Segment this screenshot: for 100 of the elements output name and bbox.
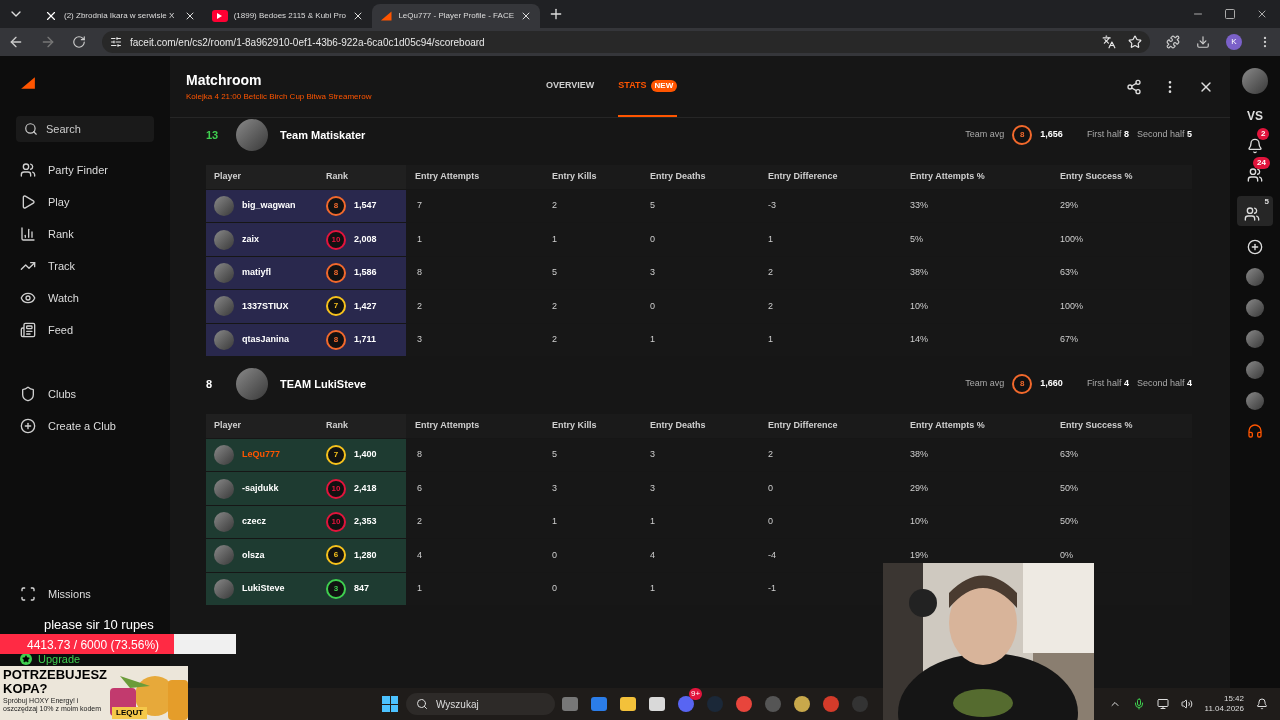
table-cell: 10% <box>910 515 928 529</box>
video-logo-icon <box>212 10 228 22</box>
nav-item[interactable]: Missions <box>16 578 154 610</box>
player-name[interactable]: czecz <box>242 515 267 529</box>
column-header: Player <box>206 165 326 189</box>
tab-title: LeQu777 - Player Profile - FACE <box>398 10 514 22</box>
column-header: Rank <box>326 165 406 189</box>
eye-icon <box>20 290 36 306</box>
notification-icon[interactable] <box>1256 698 1268 710</box>
nav-item[interactable]: Party Finder <box>16 154 154 186</box>
player-name[interactable]: -sajdukk <box>242 481 279 496</box>
player-cell[interactable]: LeQu777 <box>206 438 326 472</box>
nav-item[interactable]: Rank <box>16 218 154 250</box>
player-cell[interactable]: matiyfl <box>206 256 326 290</box>
plus-circle-icon[interactable] <box>1247 239 1263 255</box>
app-icon[interactable] <box>793 696 810 712</box>
party-button[interactable]: 5 <box>1237 196 1273 226</box>
start-button[interactable] <box>382 696 398 712</box>
player-name[interactable]: big_wagwan <box>242 199 296 213</box>
player-name[interactable]: LeQu777 <box>242 448 281 462</box>
player-name[interactable]: matiyfl <box>242 266 271 280</box>
profile-button[interactable]: K <box>1226 34 1242 50</box>
table-cell-text: 29% <box>910 481 928 495</box>
close-icon[interactable] <box>352 10 364 22</box>
faceit-logo-icon[interactable] <box>20 76 36 90</box>
faceit-logo-icon <box>380 10 393 22</box>
level-badge: 8 <box>326 196 346 217</box>
player-name[interactable]: olsza <box>242 548 265 563</box>
scan-icon <box>20 586 36 602</box>
table-cell-text: 3 <box>417 333 422 346</box>
level-badge: 8 <box>326 329 346 350</box>
elo-value: 2,353 <box>354 515 377 529</box>
play-icon <box>20 194 36 210</box>
player-cell[interactable]: -sajdukk <box>206 472 326 505</box>
view-tab[interactable]: OVERVIEW <box>546 56 595 117</box>
friends-icon[interactable] <box>1247 167 1263 183</box>
elo-value: 1,711 <box>354 333 377 346</box>
table-cell: 5 <box>650 199 655 213</box>
browser-tab[interactable]: LeQu777 - Player Profile - FACE <box>372 4 540 28</box>
player-cell[interactable]: big_wagwan <box>206 190 326 223</box>
taskbar-search[interactable]: Wyszukaj <box>406 693 555 715</box>
headset-icon[interactable] <box>1247 423 1263 439</box>
player-cell[interactable]: LukiSteve <box>206 572 326 605</box>
view-tab[interactable]: STATS NEW <box>618 56 678 117</box>
versus-label[interactable]: VS <box>1247 107 1263 125</box>
column-header: Rank <box>326 413 406 438</box>
network-icon[interactable] <box>1156 698 1169 710</box>
nav-item[interactable]: Create a Club <box>16 410 154 442</box>
nav-item[interactable]: Play <box>16 186 154 218</box>
address-bar[interactable]: faceit.com/en/cs2/room/1-8a962910-0ef1-43b6-922a-6ca0c1d05c94/scoreboard <box>102 31 1150 53</box>
bookmark-star-icon[interactable] <box>1128 35 1142 49</box>
ad-headline: POTRZEBUJESZ KOPA? <box>3 668 108 696</box>
player-name[interactable]: LukiSteve <box>242 581 285 596</box>
table-cell-text: 67% <box>1060 333 1078 346</box>
player-cell[interactable]: qtasJanina <box>206 323 326 356</box>
chat-app-icon[interactable] <box>677 696 694 712</box>
extensions-icon[interactable] <box>1166 35 1180 49</box>
browser-tab[interactable]: (2) Zbrodnia Ikara w serwisie X <box>36 4 204 28</box>
nav-item[interactable]: Watch <box>16 282 154 314</box>
forward-icon[interactable] <box>40 34 56 50</box>
first-half-score: First half 4 <box>1086 377 1129 391</box>
table-cell-text: 6 <box>417 481 422 495</box>
match-subtitle: Kolejka 4 21:00 Betclic Birch Cup Bitwa Streamerow <box>186 91 373 103</box>
nav-item[interactable]: Feed <box>16 314 154 346</box>
browser-tab[interactable]: (1899) Bedoes 2115 & Kubi Pro <box>204 4 372 28</box>
team-score: 8 <box>206 376 214 392</box>
new-badge: NEW <box>650 79 678 92</box>
download-icon[interactable] <box>1196 35 1210 49</box>
share-icon[interactable] <box>1126 78 1142 95</box>
app-icon[interactable] <box>648 697 665 711</box>
player-cell[interactable]: olsza <box>206 539 326 572</box>
volume-icon[interactable] <box>1180 698 1193 710</box>
back-icon[interactable] <box>8 34 24 50</box>
translate-icon[interactable] <box>1102 35 1116 49</box>
goal-text: 4413.73 / 6000 (73.56%) <box>27 637 160 654</box>
close-icon[interactable] <box>1256 8 1268 20</box>
search-input[interactable]: Search <box>46 120 146 138</box>
reload-icon[interactable] <box>72 35 86 49</box>
nav-item[interactable]: Track <box>16 250 154 282</box>
table-cell-text: 0% <box>1060 548 1073 562</box>
new-tab-icon[interactable] <box>548 6 564 22</box>
table-cell-text: 0 <box>650 232 655 246</box>
player-name[interactable]: zaix <box>242 232 259 247</box>
bell-icon[interactable] <box>1247 138 1263 154</box>
player-cell[interactable]: 1337STIUX <box>206 290 326 323</box>
table-cell: 63% <box>1060 266 1078 280</box>
close-icon[interactable] <box>184 10 196 22</box>
close-icon[interactable] <box>520 10 532 22</box>
app-icon[interactable] <box>619 697 636 711</box>
player-name[interactable]: 1337STIUX <box>242 299 289 314</box>
maximize-icon[interactable] <box>1224 8 1236 20</box>
nav-item[interactable]: Clubs <box>16 378 154 410</box>
avatar <box>236 367 268 400</box>
player-cell[interactable]: czecz <box>206 505 326 539</box>
elo-value: 2,008 <box>354 232 377 246</box>
search-field[interactable]: Search <box>16 116 154 142</box>
microphone-icon[interactable] <box>1132 698 1145 710</box>
site-settings-icon[interactable] <box>110 36 122 48</box>
player-name[interactable]: qtasJanina <box>242 333 290 347</box>
player-cell[interactable]: zaix <box>206 223 326 256</box>
